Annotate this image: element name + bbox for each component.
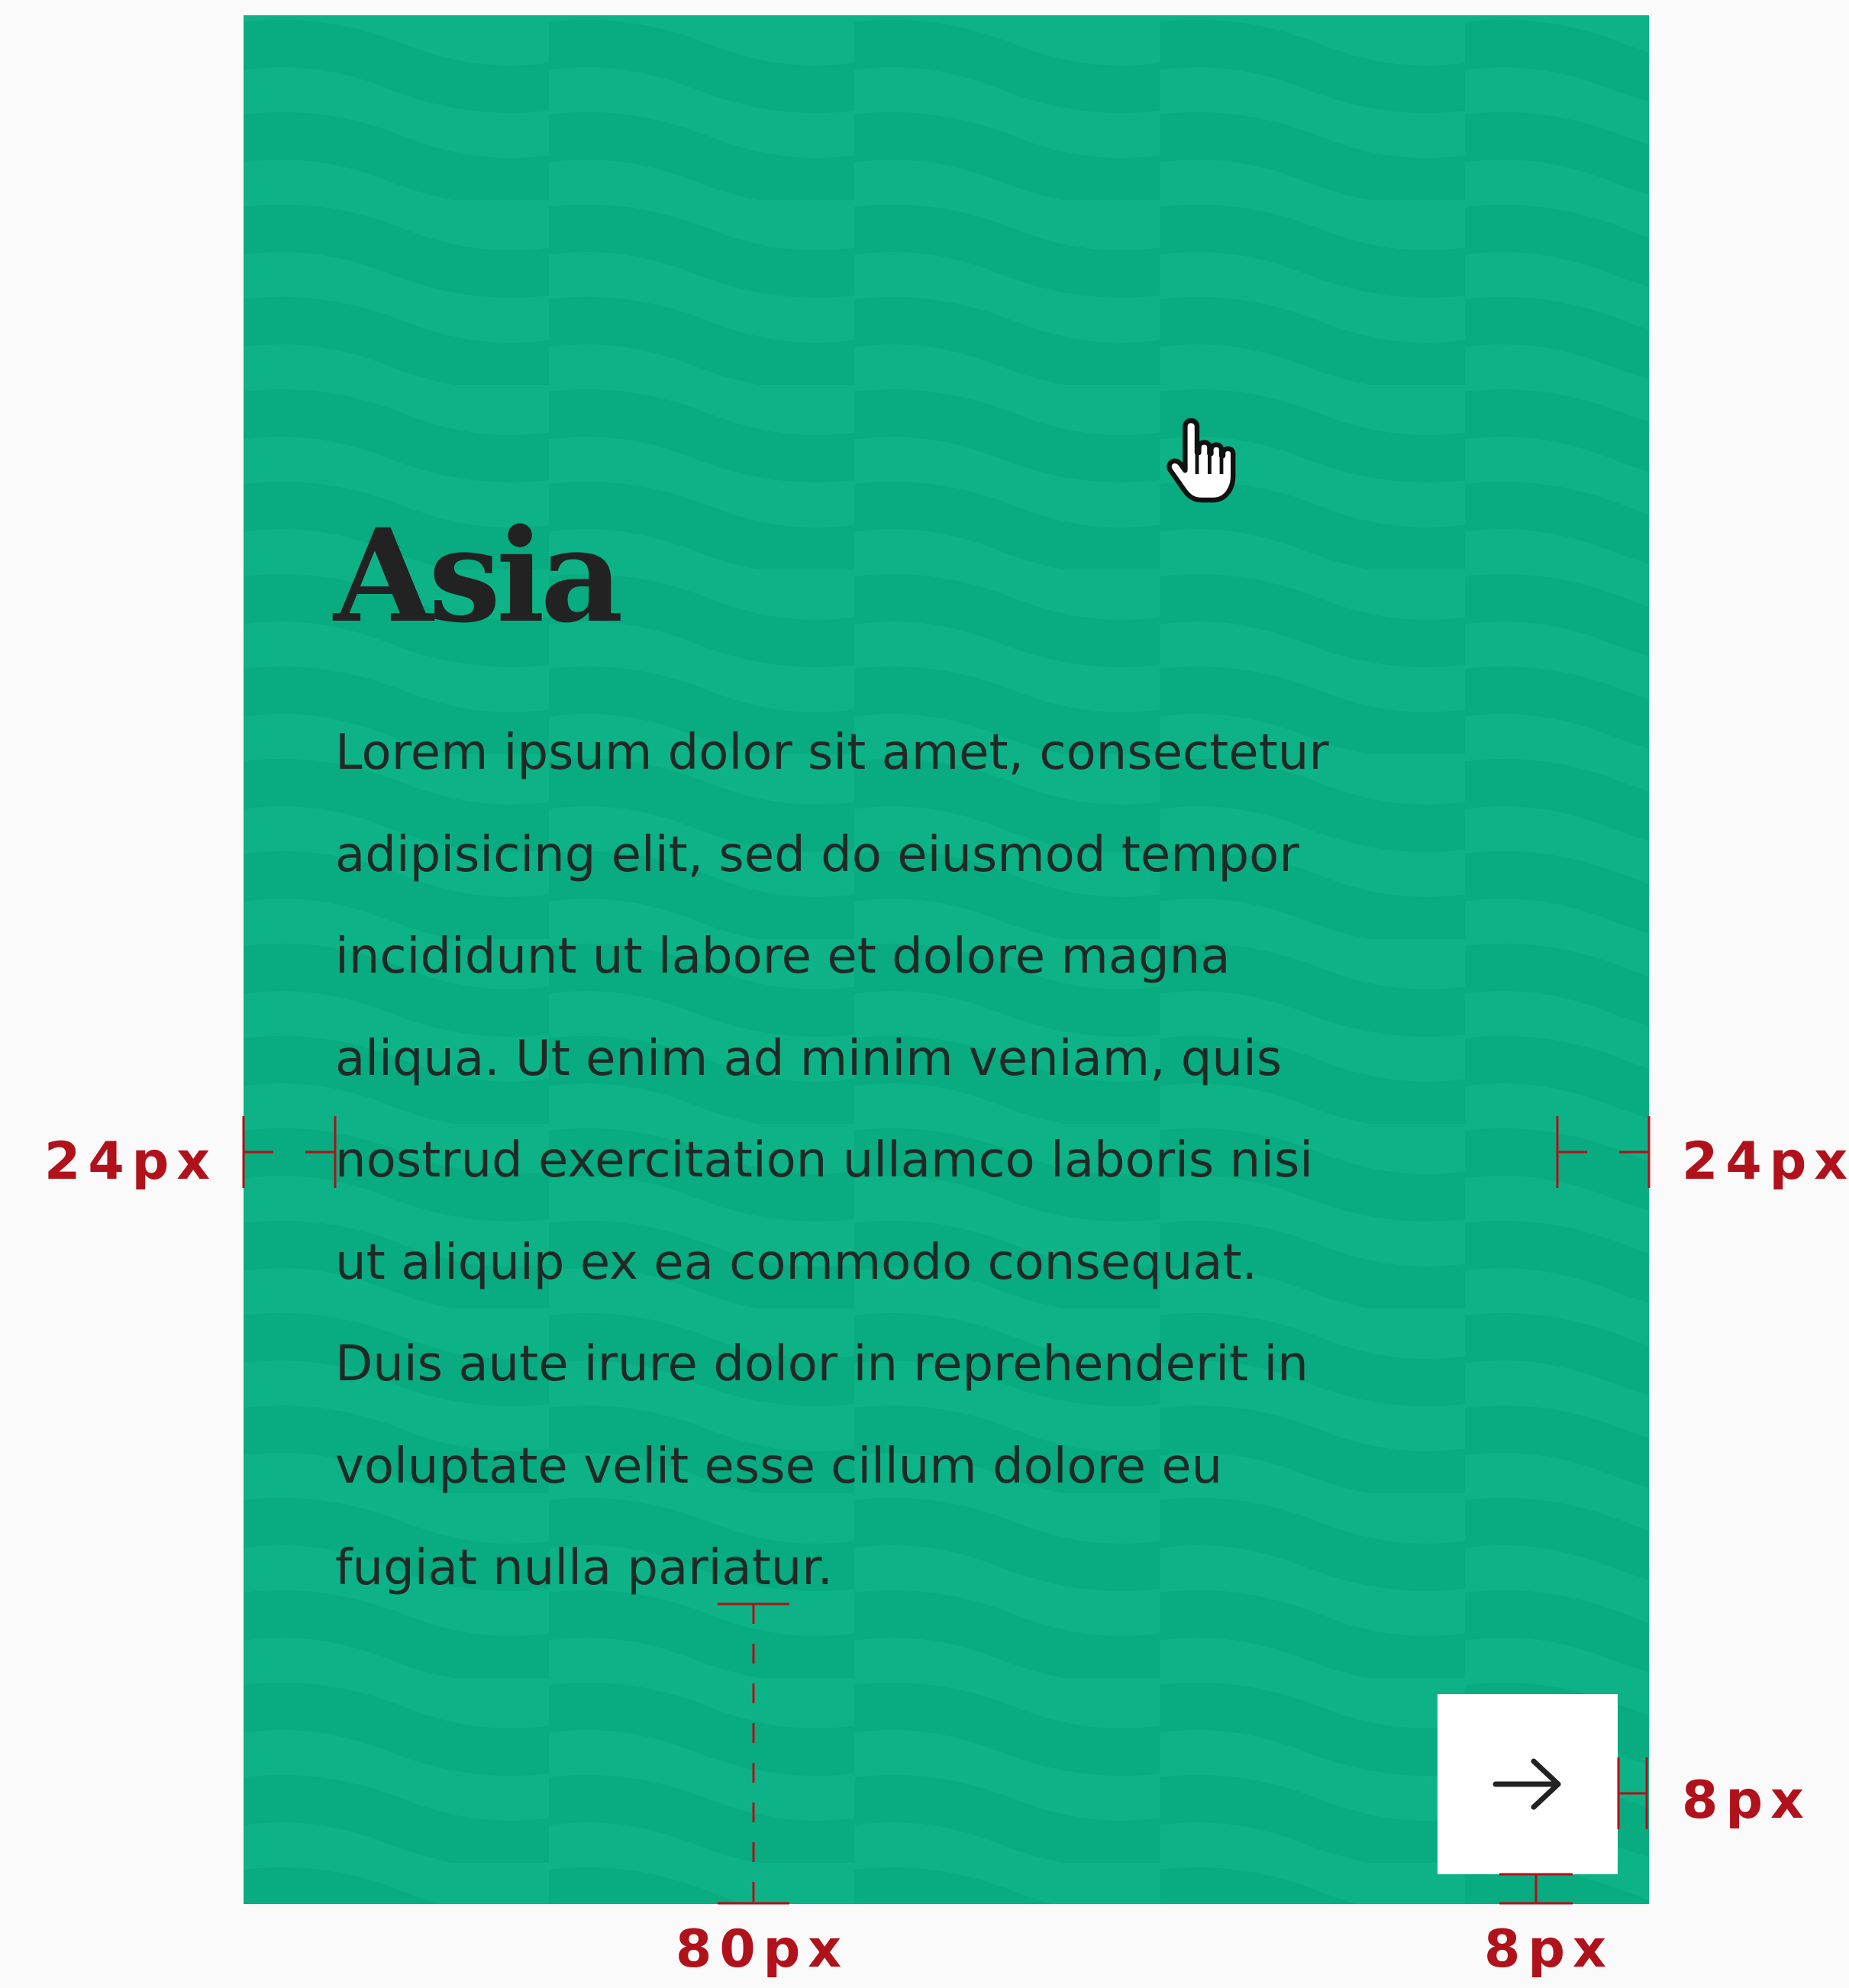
button-right-offset-label: 8px [1682, 1770, 1812, 1831]
region-card[interactable]: Asia Lorem ipsum dolor sit amet, consect… [244, 15, 1649, 1904]
right-padding-label: 24px [1682, 1131, 1849, 1192]
text-bottom-gap-label: 80px [676, 1919, 850, 1980]
left-padding-label: 24px [44, 1131, 218, 1192]
card-title: Asia [334, 500, 624, 651]
card-body-text: Lorem ipsum dolor sit amet, consectetur … [335, 725, 1329, 1596]
arrow-right-icon [1492, 1758, 1561, 1810]
pointer-hand-icon [1167, 418, 1236, 503]
button-bottom-offset-label: 8px [1484, 1919, 1614, 1980]
next-button[interactable] [1438, 1694, 1618, 1874]
